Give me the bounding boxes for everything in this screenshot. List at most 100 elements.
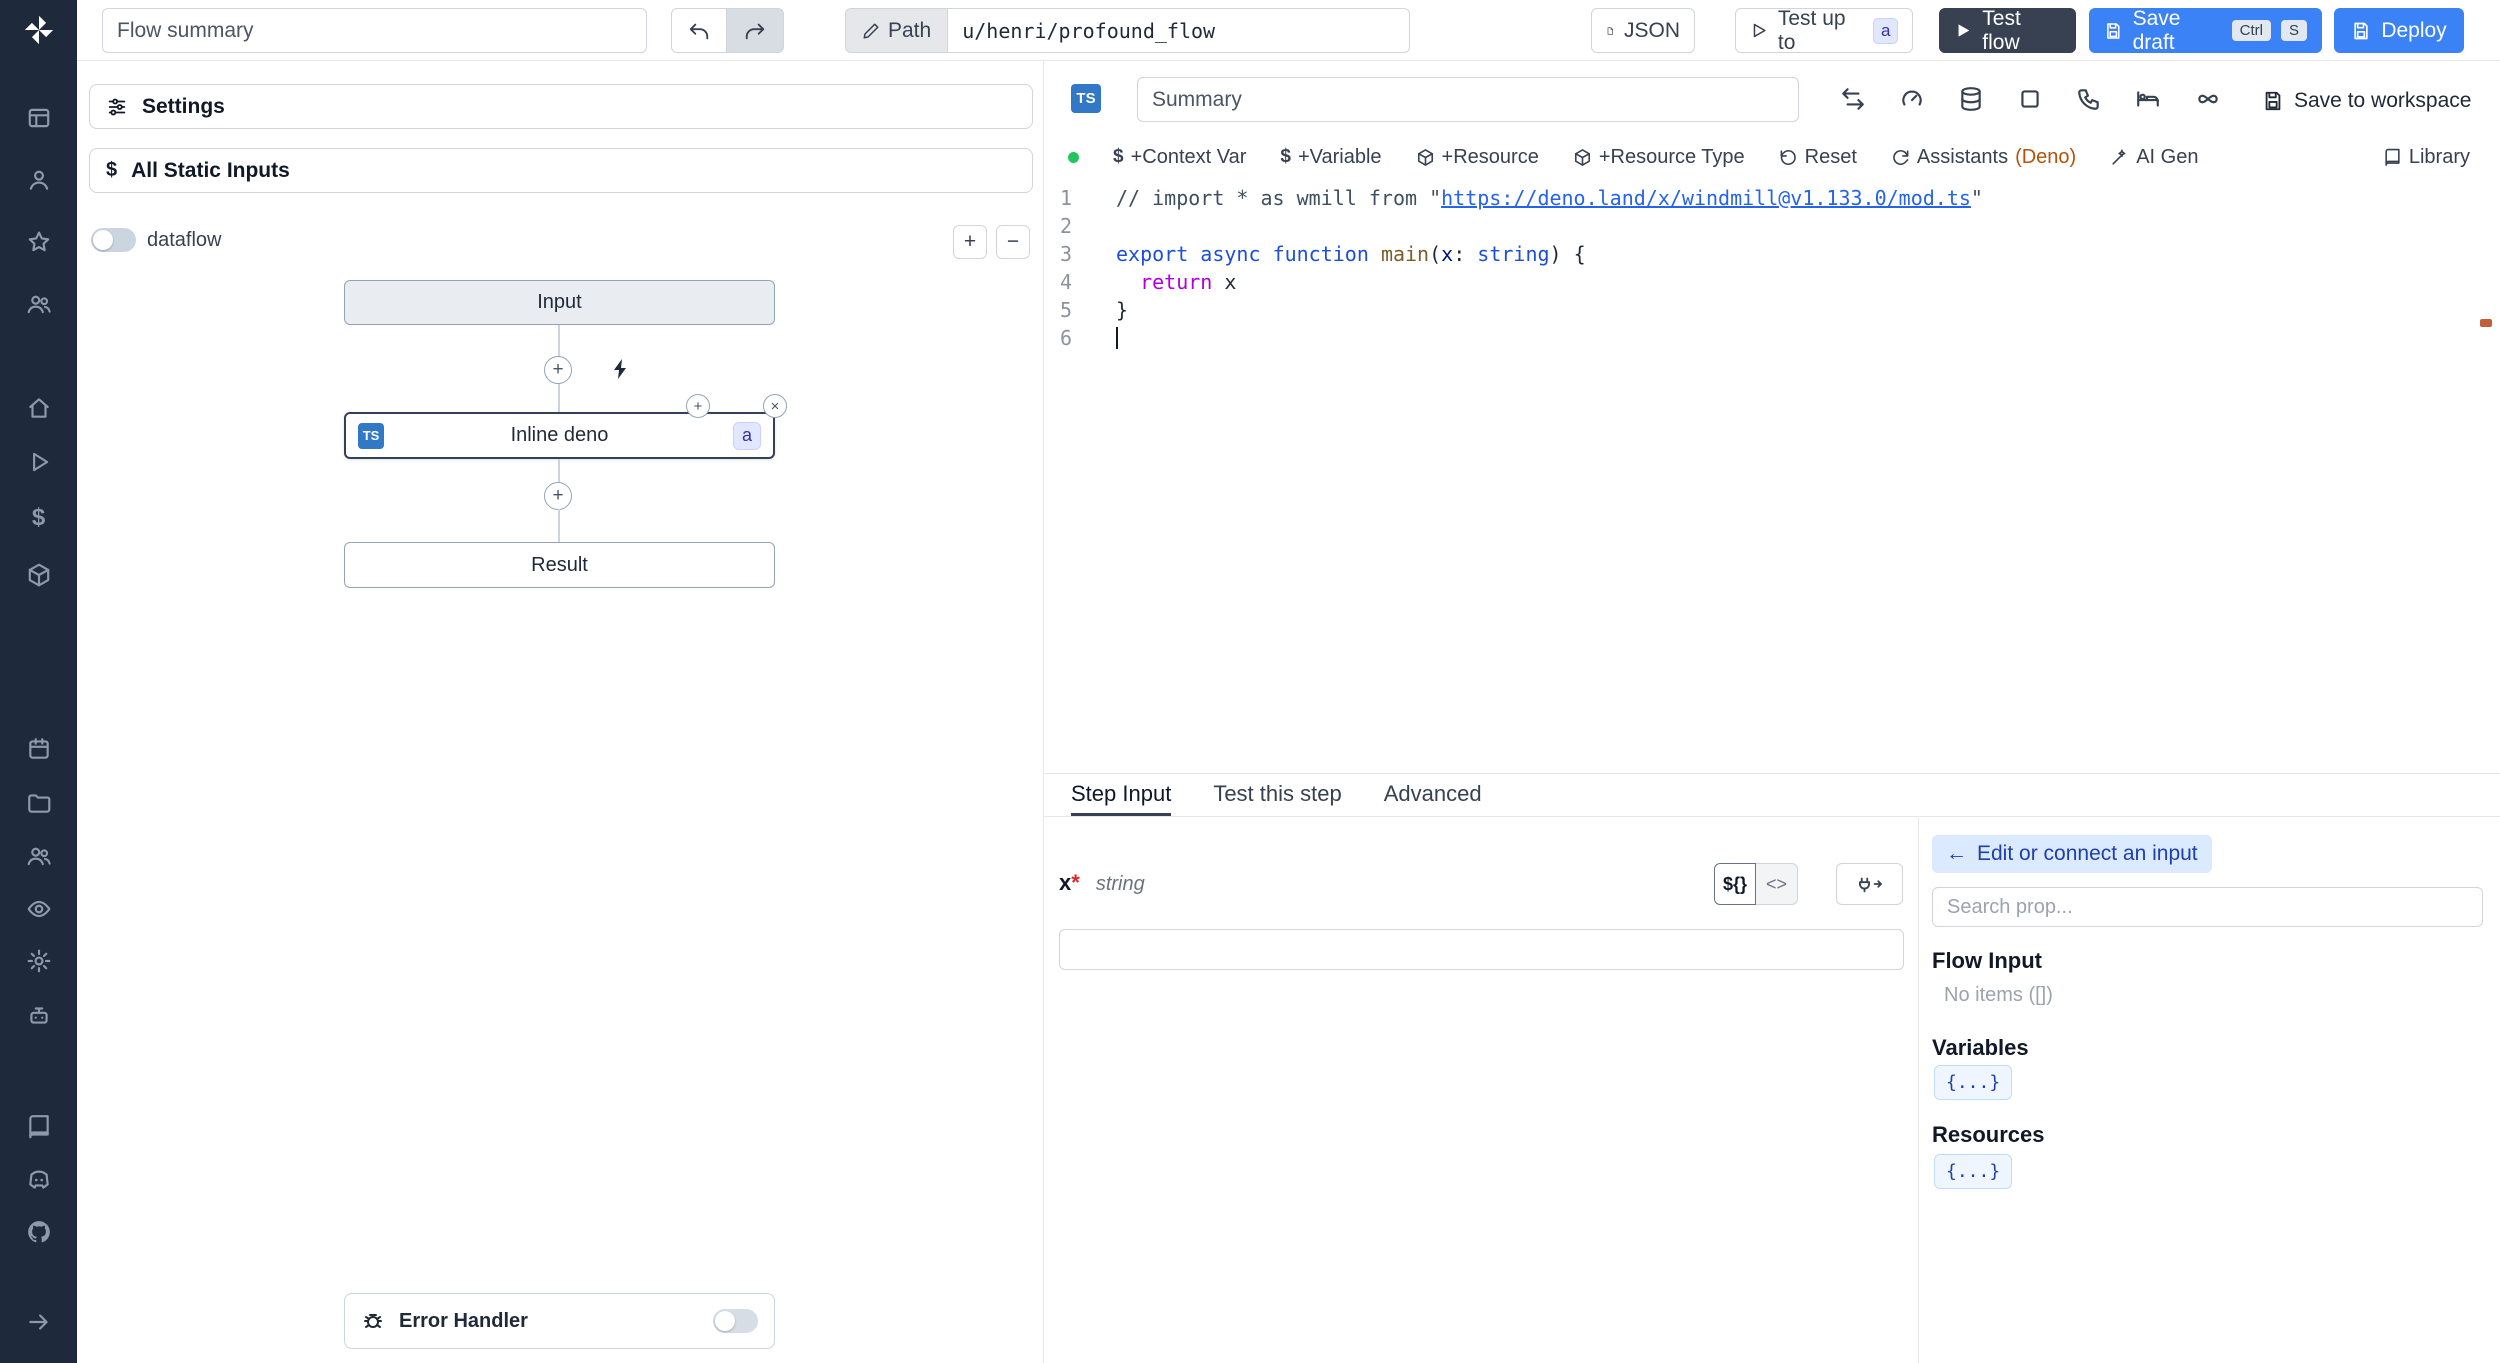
- code-line[interactable]: }: [1116, 296, 2470, 324]
- dataflow-toggle[interactable]: [91, 228, 136, 252]
- eye-icon[interactable]: [0, 896, 77, 922]
- test-flow-button[interactable]: Test flow: [1939, 7, 2076, 54]
- test-up-to-step-badge: a: [1873, 17, 1899, 44]
- reset-button[interactable]: Reset: [1779, 146, 1857, 169]
- step-argument-input[interactable]: [1059, 929, 1904, 970]
- code-line[interactable]: return x: [1116, 268, 2470, 296]
- tab-test-this-step[interactable]: Test this step: [1213, 774, 1341, 816]
- edit-or-connect-button[interactable]: ← Edit or connect an input: [1932, 835, 2212, 873]
- user-icon[interactable]: [0, 167, 77, 193]
- infinity-icon[interactable]: [2195, 86, 2221, 112]
- star-icon[interactable]: [0, 229, 77, 255]
- settings-button[interactable]: Settings: [89, 84, 1033, 129]
- add-resource-button[interactable]: +Resource: [1416, 146, 1539, 169]
- add-context-var-button[interactable]: $ +Context Var: [1113, 146, 1246, 169]
- windmill-flow-editor: $ Flow summary Path u/henri/profound_flo…: [0, 0, 2500, 1363]
- gear-icon[interactable]: [0, 948, 77, 974]
- edge-line: [558, 384, 560, 412]
- tab-step-input[interactable]: Step Input: [1071, 774, 1172, 816]
- insert-step-button[interactable]: +: [544, 482, 572, 510]
- path-button[interactable]: Path: [845, 8, 948, 53]
- book-icon[interactable]: [0, 1114, 77, 1140]
- flow-input-empty-text: No items ([]): [1944, 984, 2053, 1006]
- delete-step-button[interactable]: ×: [763, 394, 787, 418]
- users-group-icon[interactable]: [0, 843, 77, 869]
- deploy-button[interactable]: Deploy: [2334, 8, 2464, 53]
- test-up-to-button[interactable]: Test up to a: [1735, 7, 1913, 54]
- code-line[interactable]: export async function main(x: string) {: [1116, 240, 2470, 268]
- play-icon[interactable]: [0, 449, 77, 475]
- summary-input[interactable]: [1137, 77, 1799, 122]
- path-input[interactable]: [947, 8, 1411, 53]
- connect-input-button[interactable]: [1836, 863, 1903, 905]
- home-icon[interactable]: [0, 395, 77, 421]
- table-icon[interactable]: [0, 105, 77, 131]
- save-icon: [2265, 91, 2281, 111]
- variables-object-chip[interactable]: {...}: [1934, 1065, 2013, 1100]
- step-input-body: x* string ${} <> ← Edit or connect an in…: [1044, 818, 2500, 1363]
- line-number: 1: [1059, 186, 1072, 210]
- add-branch-button[interactable]: +: [686, 394, 710, 418]
- bed-icon[interactable]: [2135, 86, 2161, 112]
- toggle-knob: [715, 1311, 735, 1331]
- add-variable-button[interactable]: $ +Variable: [1280, 146, 1381, 169]
- trigger-bolt-icon[interactable]: [609, 357, 633, 381]
- robot-icon[interactable]: [0, 1002, 77, 1028]
- library-label: Library: [2408, 145, 2470, 168]
- node-input[interactable]: Input: [344, 280, 775, 325]
- assistants-label: Assistants: [1916, 145, 2009, 168]
- node-inline-deno[interactable]: TS Inline deno a: [344, 412, 775, 459]
- undo-button[interactable]: [671, 8, 727, 53]
- ts-lang-badge: TS: [358, 422, 384, 449]
- code-line[interactable]: [1116, 212, 2470, 240]
- assistants-button[interactable]: Assistants (Deno): [1891, 146, 2076, 169]
- square-icon[interactable]: [2017, 86, 2043, 112]
- phone-icon[interactable]: [2076, 86, 2102, 112]
- search-prop-input[interactable]: [1932, 887, 2483, 927]
- code-line[interactable]: [1116, 324, 2470, 352]
- users-icon[interactable]: [0, 291, 77, 317]
- argument-name: x*: [1059, 870, 1080, 895]
- deploy-save-icon: [2354, 22, 2368, 39]
- all-static-inputs-button[interactable]: $ All Static Inputs: [89, 148, 1033, 193]
- discord-icon[interactable]: [0, 1167, 77, 1193]
- error-handler-bar[interactable]: Error Handler: [344, 1293, 775, 1349]
- library-button[interactable]: Library: [2383, 146, 2470, 169]
- zoom-out-button[interactable]: −: [996, 225, 1030, 259]
- variable-label: +Variable: [1297, 145, 1382, 168]
- kbd-ctrl: Ctrl: [2231, 20, 2271, 41]
- save-draft-button[interactable]: Save draft Ctrl S: [2089, 7, 2322, 54]
- error-handler-toggle[interactable]: [713, 1309, 758, 1333]
- redo-button[interactable]: [726, 8, 784, 53]
- play-outline-icon: [1753, 23, 1766, 38]
- resource-label: +Resource: [1441, 145, 1539, 168]
- gauge-icon[interactable]: [1899, 86, 1925, 112]
- code-line[interactable]: // import * as wmill from "https://deno.…: [1116, 184, 2470, 212]
- tab-advanced[interactable]: Advanced: [1384, 774, 1482, 816]
- variables-title: Variables: [1932, 1035, 2029, 1060]
- node-result[interactable]: Result: [344, 542, 775, 588]
- windmill-logo-icon[interactable]: [0, 13, 77, 47]
- file-json-icon: [1607, 26, 1613, 35]
- zoom-in-button[interactable]: +: [953, 225, 987, 259]
- database-icon[interactable]: [1958, 86, 1984, 112]
- insert-step-button[interactable]: +: [544, 356, 572, 384]
- resources-object-chip[interactable]: {...}: [1934, 1154, 2013, 1189]
- code-mode-button[interactable]: <>: [1756, 863, 1798, 905]
- folder-icon[interactable]: [0, 790, 77, 816]
- flow-summary-input[interactable]: [102, 8, 647, 53]
- swap-arrows-icon[interactable]: [1840, 86, 1866, 112]
- expand-sidebar-arrow-icon[interactable]: [0, 1309, 77, 1335]
- ai-gen-button[interactable]: AI Gen: [2110, 146, 2198, 169]
- cube-icon[interactable]: [0, 562, 77, 588]
- json-button[interactable]: JSON: [1591, 8, 1695, 53]
- dollar-icon[interactable]: $: [0, 505, 77, 531]
- editor-toolbar: $ +Context Var $ +Variable +Resource +Re…: [1068, 135, 2470, 179]
- save-to-workspace-button[interactable]: Save to workspace: [2262, 89, 2471, 113]
- bug-icon: [364, 1314, 382, 1328]
- template-expr-button[interactable]: ${}: [1714, 863, 1756, 905]
- dollar-icon: $: [106, 159, 118, 181]
- github-icon[interactable]: [0, 1219, 77, 1245]
- add-resource-type-button[interactable]: +Resource Type: [1573, 146, 1745, 169]
- calendar-icon[interactable]: [0, 736, 77, 762]
